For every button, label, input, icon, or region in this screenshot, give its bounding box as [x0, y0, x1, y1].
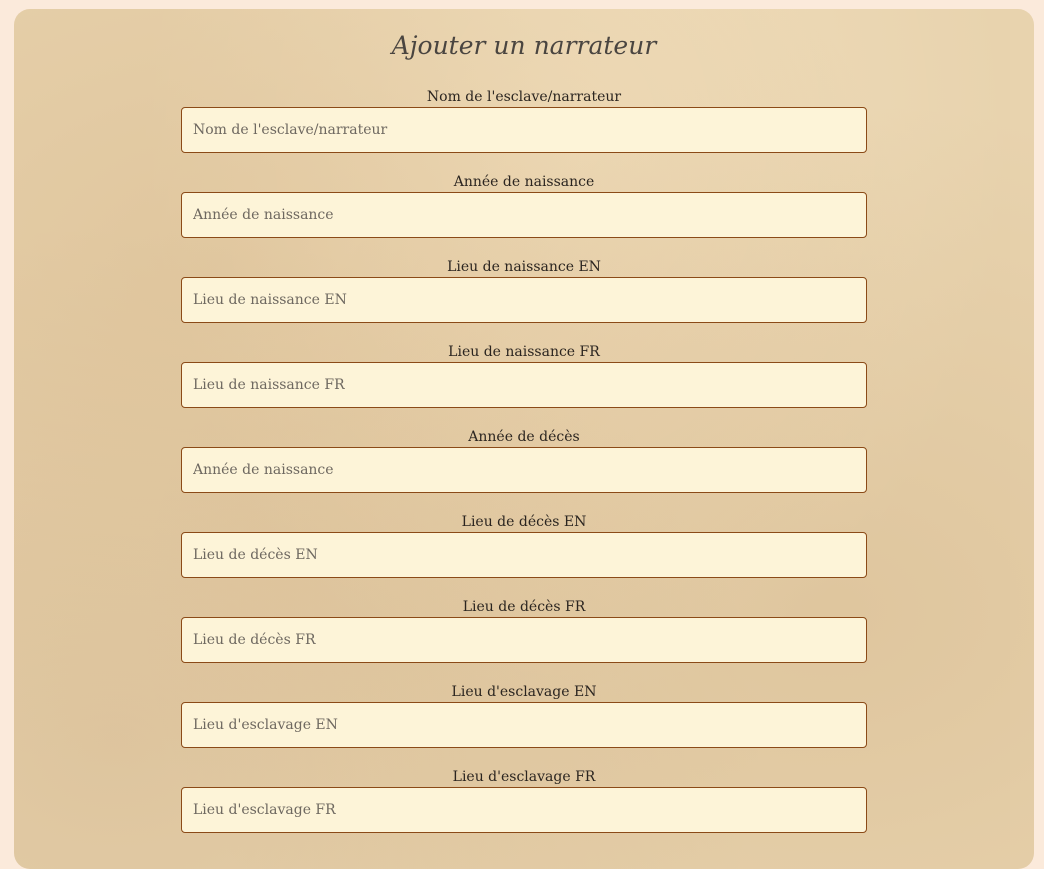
field-label: Lieu de décès EN: [461, 514, 587, 530]
death-year-input[interactable]: [181, 447, 867, 493]
field-label: Année de décès: [468, 429, 580, 445]
field-narrator-name: Nom de l'esclave/narrateur: [181, 87, 867, 172]
narrator-name-input[interactable]: [181, 107, 867, 153]
field-death-place-en: Lieu de décès EN: [181, 512, 867, 597]
field-label: Lieu de décès FR: [462, 599, 586, 615]
field-death-place-fr: Lieu de décès FR: [181, 597, 867, 682]
birth-year-input[interactable]: [181, 192, 867, 238]
field-label: Nom de l'esclave/narrateur: [426, 89, 622, 105]
form-panel: Ajouter un narrateur Nom de l'esclave/na…: [14, 9, 1034, 869]
birth-place-fr-input[interactable]: [181, 362, 867, 408]
field-label: Lieu de naissance EN: [447, 259, 601, 275]
field-death-year: Année de décès: [181, 427, 867, 512]
field-birth-place-fr: Lieu de naissance FR: [181, 342, 867, 427]
death-place-en-input[interactable]: [181, 532, 867, 578]
field-label: Lieu d'esclavage FR: [452, 769, 596, 785]
page-title: Ajouter un narrateur: [391, 31, 657, 60]
field-enslavement-place-fr: Lieu d'esclavage FR: [181, 767, 867, 852]
enslavement-place-en-input[interactable]: [181, 702, 867, 748]
enslavement-place-fr-input[interactable]: [181, 787, 867, 833]
birth-place-en-input[interactable]: [181, 277, 867, 323]
death-place-fr-input[interactable]: [181, 617, 867, 663]
field-birth-year: Année de naissance: [181, 172, 867, 257]
field-label: Année de naissance: [453, 174, 595, 190]
narrator-form: Nom de l'esclave/narrateur Année de nais…: [181, 87, 867, 852]
field-birth-place-en: Lieu de naissance EN: [181, 257, 867, 342]
field-label: Lieu d'esclavage EN: [451, 684, 597, 700]
field-label: Lieu de naissance FR: [448, 344, 600, 360]
field-enslavement-place-en: Lieu d'esclavage EN: [181, 682, 867, 767]
